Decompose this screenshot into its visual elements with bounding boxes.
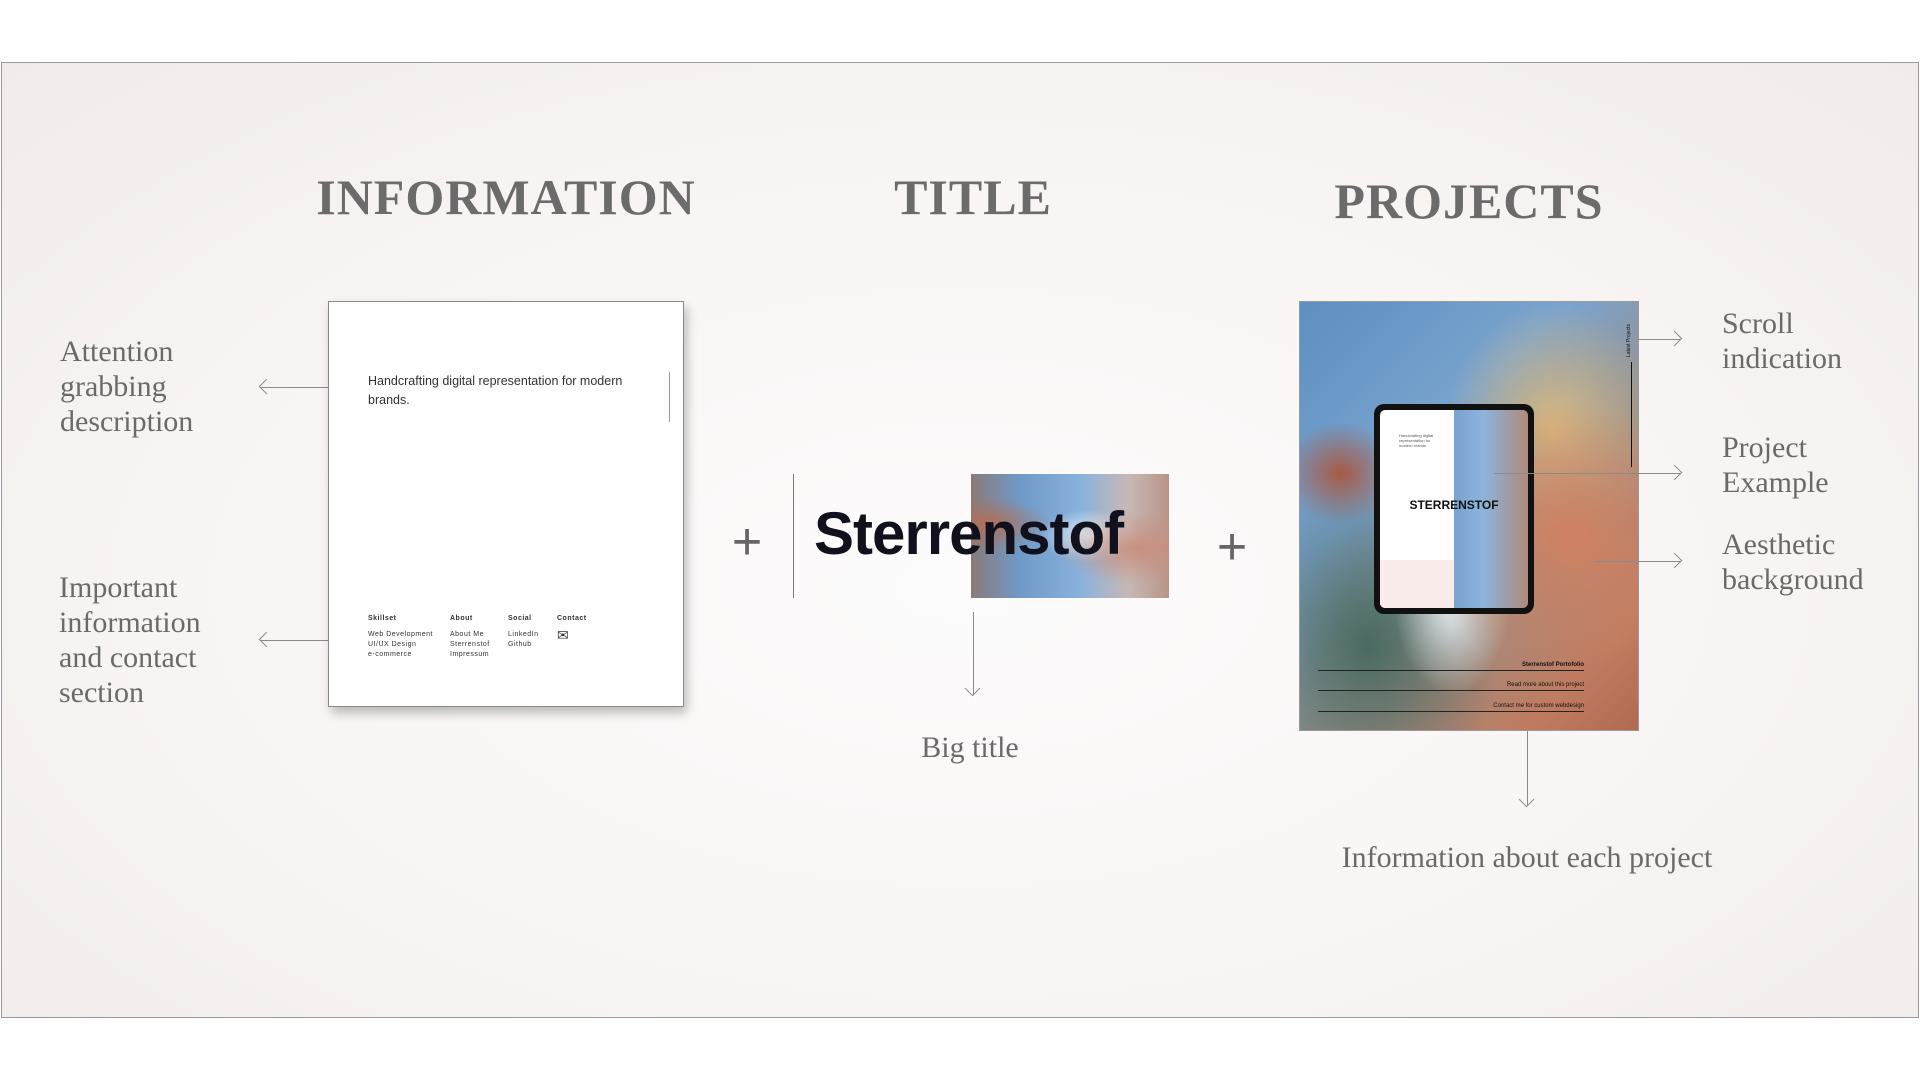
label-line: Aesthetic xyxy=(1722,528,1836,561)
label-line: Important xyxy=(59,571,178,604)
label-line: section xyxy=(59,676,144,709)
label-aesthetic-background: Aesthetic background xyxy=(1722,527,1864,597)
projects-card: Latest Projects Handcrafting digital rep… xyxy=(1299,301,1639,731)
envelope-icon[interactable]: ✉ xyxy=(557,628,607,642)
label-line: description xyxy=(60,405,194,438)
column-item[interactable]: Sterrenstof xyxy=(450,640,508,650)
column-heading: Skillset xyxy=(368,615,397,622)
label-line: Project xyxy=(1722,431,1807,464)
project-row[interactable]: Read more about this project xyxy=(1318,682,1584,691)
column-skillset: Skillset Web Development UI/UX Design e-… xyxy=(368,614,450,660)
information-card: Handcrafting digital representation for … xyxy=(328,301,684,707)
label-line: information xyxy=(59,606,201,639)
scroll-indicator-bar[interactable] xyxy=(1631,362,1632,467)
footer-columns: Skillset Web Development UI/UX Design e-… xyxy=(368,614,607,660)
label-line: grabbing xyxy=(60,370,167,403)
heading-information: INFORMATION xyxy=(316,169,696,225)
label-line: Example xyxy=(1722,466,1829,499)
column-contact: Contact ✉ xyxy=(557,614,607,660)
tablet-footer xyxy=(1380,560,1454,608)
scroll-bar xyxy=(669,372,670,422)
plus-sign: + xyxy=(1216,518,1248,576)
label-line: Attention xyxy=(60,335,174,368)
column-heading: Contact xyxy=(557,615,587,622)
heading-projects: PROJECTS xyxy=(1334,173,1604,229)
column-item[interactable]: e-commerce xyxy=(368,650,450,660)
column-social: Social LinkedIn Github xyxy=(508,614,557,660)
column-item[interactable]: Github xyxy=(508,640,557,650)
label-project-example: Project Example xyxy=(1722,430,1829,500)
column-about: About About Me Sterrenstof Impressum xyxy=(450,614,508,660)
plus-sign: + xyxy=(731,513,763,571)
label-line: background xyxy=(1722,563,1864,596)
label-important-information: Important information and contact sectio… xyxy=(59,570,201,710)
heading-title: TITLE xyxy=(894,169,1052,225)
column-item[interactable]: About Me xyxy=(450,630,508,640)
caption-project-information: Information about each project xyxy=(1341,841,1713,874)
column-item[interactable]: Web Development xyxy=(368,630,450,640)
tablet-title: STERRENSTOF xyxy=(1409,498,1499,512)
project-row[interactable]: Sterrenstof Portofolio xyxy=(1318,662,1584,671)
scroll-indicator-label: Latest Projects xyxy=(1626,324,1632,358)
column-item[interactable]: LinkedIn xyxy=(508,630,557,640)
big-title-text: Sterrenstof xyxy=(814,500,1124,567)
tablet-mockup: Handcrafting digital representation for … xyxy=(1374,404,1534,614)
column-item[interactable]: Impressum xyxy=(450,650,508,660)
label-scroll-indication: Scroll indication xyxy=(1722,306,1842,376)
caption-big-title: Big title xyxy=(921,731,1019,764)
arrow-line xyxy=(1494,473,1680,474)
label-line: and contact xyxy=(59,641,197,674)
card-description: Handcrafting digital representation for … xyxy=(368,374,623,407)
column-item[interactable]: UI/UX Design xyxy=(368,640,450,650)
label-attention-description: Attention grabbing description xyxy=(60,334,193,439)
tablet-screen: Handcrafting digital representation for … xyxy=(1380,410,1528,608)
title-divider xyxy=(793,474,794,598)
tablet-description: Handcrafting digital representation for … xyxy=(1399,433,1434,448)
column-heading: Social xyxy=(508,615,532,622)
column-heading: About xyxy=(450,615,473,622)
label-line: indication xyxy=(1722,342,1842,375)
project-row[interactable]: Contact me for custom webdesign xyxy=(1318,703,1584,712)
label-line: Scroll xyxy=(1722,307,1794,340)
